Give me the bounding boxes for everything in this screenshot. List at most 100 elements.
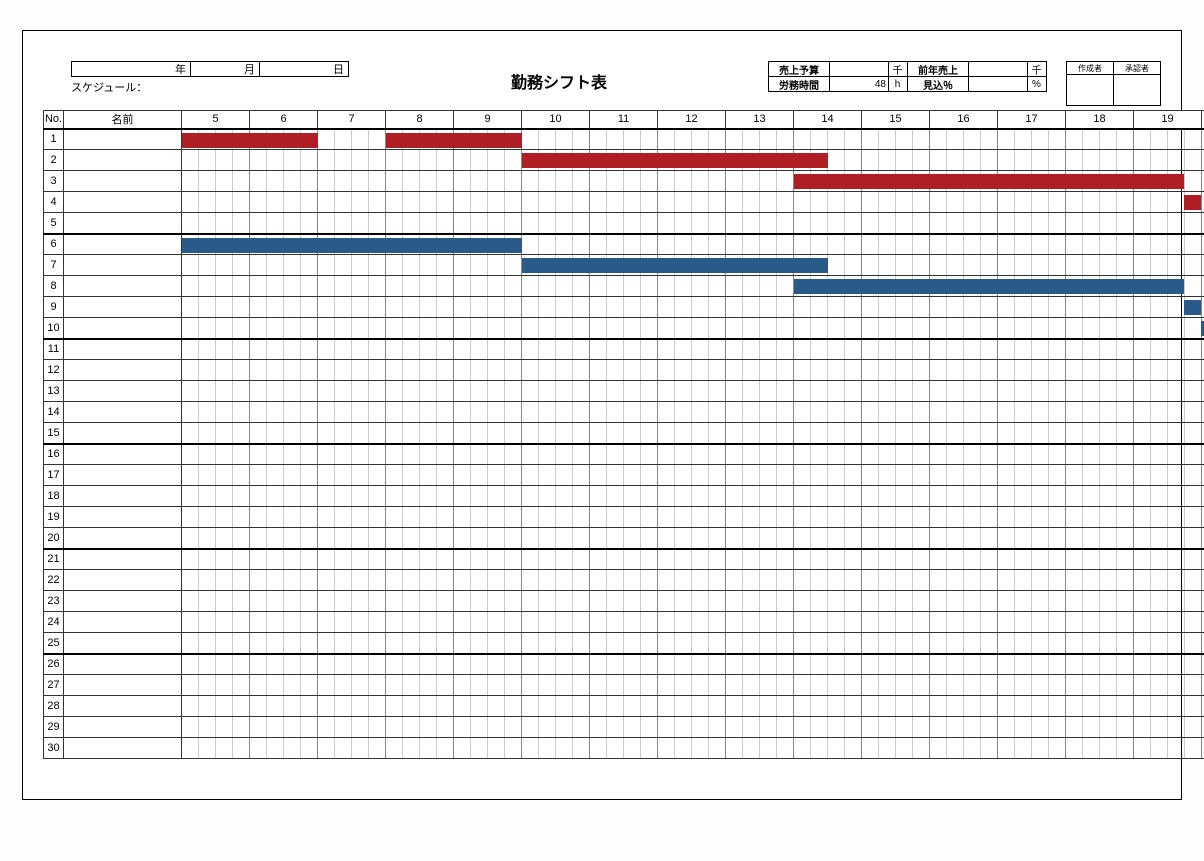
budget-unit: 千: [888, 61, 908, 77]
cell-name[interactable]: [64, 192, 182, 213]
cell-timeline[interactable]: [182, 675, 1204, 696]
table-row: 20: [44, 528, 1204, 549]
cell-timeline[interactable]: [182, 633, 1204, 654]
cell-no: 20: [44, 528, 64, 549]
cell-timeline[interactable]: [182, 486, 1204, 507]
cell-timeline[interactable]: [182, 360, 1204, 381]
cell-name[interactable]: [64, 381, 182, 402]
cell-timeline[interactable]: [182, 612, 1204, 633]
stamp-creator-label: 作成者: [1067, 62, 1113, 75]
cell-timeline[interactable]: [182, 423, 1204, 444]
schedule-label: スケジュール：: [71, 79, 349, 95]
month-cell[interactable]: 月: [190, 61, 260, 77]
cell-name[interactable]: [64, 738, 182, 759]
cell-no: 1: [44, 129, 64, 150]
cell-name[interactable]: [64, 444, 182, 465]
table-row: 85.75: [44, 276, 1204, 297]
cell-timeline[interactable]: [182, 465, 1204, 486]
cell-timeline[interactable]: [182, 381, 1204, 402]
cell-name[interactable]: [64, 318, 182, 339]
cell-name[interactable]: [64, 486, 182, 507]
cell-name[interactable]: [64, 129, 182, 150]
cell-name[interactable]: [64, 528, 182, 549]
year-cell[interactable]: 年: [71, 61, 191, 77]
cell-no: 29: [44, 717, 64, 738]
cell-timeline[interactable]: [182, 696, 1204, 717]
cell-timeline[interactable]: [182, 129, 1204, 150]
cell-name[interactable]: [64, 549, 182, 570]
cell-no: 14: [44, 402, 64, 423]
cell-no: 17: [44, 465, 64, 486]
cell-timeline[interactable]: [182, 339, 1204, 360]
table-row: 24.5: [44, 150, 1204, 171]
table-row: 27: [44, 675, 1204, 696]
prev-value[interactable]: [968, 61, 1028, 77]
labor-value[interactable]: 48: [829, 76, 889, 92]
cell-timeline[interactable]: [182, 276, 1204, 297]
cell-timeline[interactable]: [182, 507, 1204, 528]
cell-timeline[interactable]: [182, 234, 1204, 255]
table-row: 65: [44, 234, 1204, 255]
cell-timeline[interactable]: [182, 213, 1204, 234]
col-hour-6: 6: [250, 111, 318, 129]
cell-timeline[interactable]: [182, 150, 1204, 171]
col-hour-15: 15: [862, 111, 930, 129]
cell-timeline[interactable]: [182, 171, 1204, 192]
cell-timeline[interactable]: [182, 717, 1204, 738]
cell-name[interactable]: [64, 654, 182, 675]
stamp-creator-box[interactable]: [1067, 75, 1113, 105]
cell-timeline[interactable]: [182, 192, 1204, 213]
cell-name[interactable]: [64, 276, 182, 297]
labor-unit: h: [888, 76, 908, 92]
cell-timeline[interactable]: [182, 654, 1204, 675]
cell-name[interactable]: [64, 213, 182, 234]
cell-name[interactable]: [64, 150, 182, 171]
cell-no: 9: [44, 297, 64, 318]
cell-name[interactable]: [64, 360, 182, 381]
stamp-approver-box[interactable]: [1114, 75, 1160, 105]
cell-timeline[interactable]: [182, 591, 1204, 612]
budget-value[interactable]: [829, 61, 889, 77]
cell-timeline[interactable]: [182, 255, 1204, 276]
table-row: 12: [44, 360, 1204, 381]
table-row: 18: [44, 486, 1204, 507]
cell-name[interactable]: [64, 255, 182, 276]
cell-timeline[interactable]: [182, 528, 1204, 549]
cell-name[interactable]: [64, 675, 182, 696]
ratio-value[interactable]: [968, 76, 1028, 92]
cell-name[interactable]: [64, 339, 182, 360]
cell-timeline[interactable]: [182, 297, 1204, 318]
cell-name[interactable]: [64, 696, 182, 717]
day-cell[interactable]: 日: [259, 61, 349, 77]
col-hour-11: 11: [590, 111, 658, 129]
cell-timeline[interactable]: [182, 402, 1204, 423]
cell-no: 16: [44, 444, 64, 465]
cell-name[interactable]: [64, 612, 182, 633]
cell-name[interactable]: [64, 507, 182, 528]
table-row: 23: [44, 591, 1204, 612]
table-row: 28: [44, 696, 1204, 717]
cell-timeline[interactable]: [182, 318, 1204, 339]
cell-name[interactable]: [64, 591, 182, 612]
col-hour-18: 18: [1066, 111, 1134, 129]
cell-timeline[interactable]: [182, 444, 1204, 465]
cell-name[interactable]: [64, 465, 182, 486]
cell-timeline[interactable]: [182, 570, 1204, 591]
page-title: 勤務シフト表: [349, 61, 769, 93]
cell-name[interactable]: [64, 423, 182, 444]
cell-timeline[interactable]: [182, 549, 1204, 570]
cell-no: 5: [44, 213, 64, 234]
table-row: 21: [44, 549, 1204, 570]
cell-name[interactable]: [64, 297, 182, 318]
cell-name[interactable]: [64, 633, 182, 654]
cell-timeline[interactable]: [182, 738, 1204, 759]
cell-no: 19: [44, 507, 64, 528]
ratio-label: 見込％: [907, 76, 969, 92]
table-row: 16: [44, 444, 1204, 465]
cell-name[interactable]: [64, 171, 182, 192]
cell-name[interactable]: [64, 570, 182, 591]
cell-name[interactable]: [64, 234, 182, 255]
table-row: 74.5: [44, 255, 1204, 276]
cell-name[interactable]: [64, 717, 182, 738]
cell-name[interactable]: [64, 402, 182, 423]
